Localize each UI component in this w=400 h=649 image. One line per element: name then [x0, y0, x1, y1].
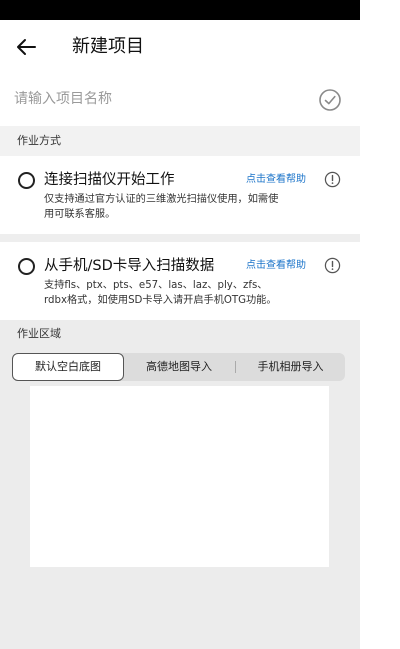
app-screen: 新建项目 作业方式 连接扫描仪开始工作 点击查看帮助 仅支持通过官方认证的三维激…: [0, 0, 360, 649]
info-icon[interactable]: [324, 257, 341, 274]
mode-title-import: 从手机/SD卡导入扫描数据: [44, 258, 215, 274]
header: 新建项目: [0, 20, 360, 74]
mode-title-scanner: 连接扫描仪开始工作: [44, 172, 175, 188]
radio-scanner[interactable]: [18, 172, 35, 189]
blank-basemap-canvas[interactable]: [30, 386, 329, 567]
page-title: 新建项目: [72, 36, 144, 57]
radio-import[interactable]: [18, 258, 35, 275]
back-button[interactable]: [12, 33, 42, 61]
work-area-title: 作业区域: [17, 327, 61, 340]
mode-desc-import: 支持fls、ptx、pts、e57、las、laz、ply、zfs、 rdbx格…: [44, 278, 344, 308]
project-name-input[interactable]: [14, 84, 304, 114]
help-link-import[interactable]: 点击查看帮助: [246, 258, 306, 274]
mode-option-import[interactable]: 从手机/SD卡导入扫描数据 点击查看帮助 支持fls、ptx、pts、e57、l…: [0, 242, 360, 320]
work-mode-section-header: 作业方式: [0, 126, 360, 156]
mode-desc-line: rdbx格式，如使用SD卡导入请开启手机OTG功能。: [44, 295, 277, 306]
info-icon[interactable]: [324, 171, 341, 188]
basemap-tabs: 默认空白底图 高德地图导入 手机相册导入: [12, 353, 345, 381]
mode-desc-line: 支持fls、ptx、pts、e57、las、laz、ply、zfs、: [44, 280, 268, 291]
tab-amap-import[interactable]: 高德地图导入: [124, 353, 234, 381]
section-gap: [0, 234, 360, 242]
help-link-scanner[interactable]: 点击查看帮助: [246, 172, 306, 188]
check-circle-icon[interactable]: [318, 88, 342, 112]
project-name-row: [0, 76, 360, 124]
mode-desc-line: 用可联系客服。: [44, 209, 116, 220]
arrow-left-icon: [17, 39, 36, 55]
tab-album-import[interactable]: 手机相册导入: [236, 353, 345, 381]
mode-desc-line: 仅支持通过官方认证的三维激光扫描仪使用，如需使: [44, 194, 279, 205]
tab-default-blank[interactable]: 默认空白底图: [12, 353, 124, 381]
mode-desc-scanner: 仅支持通过官方认证的三维激光扫描仪使用，如需使 用可联系客服。: [44, 192, 344, 222]
mode-option-scanner[interactable]: 连接扫描仪开始工作 点击查看帮助 仅支持通过官方认证的三维激光扫描仪使用，如需使…: [0, 156, 360, 234]
status-bar: [0, 0, 360, 20]
work-area-section: 作业区域 默认空白底图 高德地图导入 手机相册导入: [0, 320, 360, 649]
